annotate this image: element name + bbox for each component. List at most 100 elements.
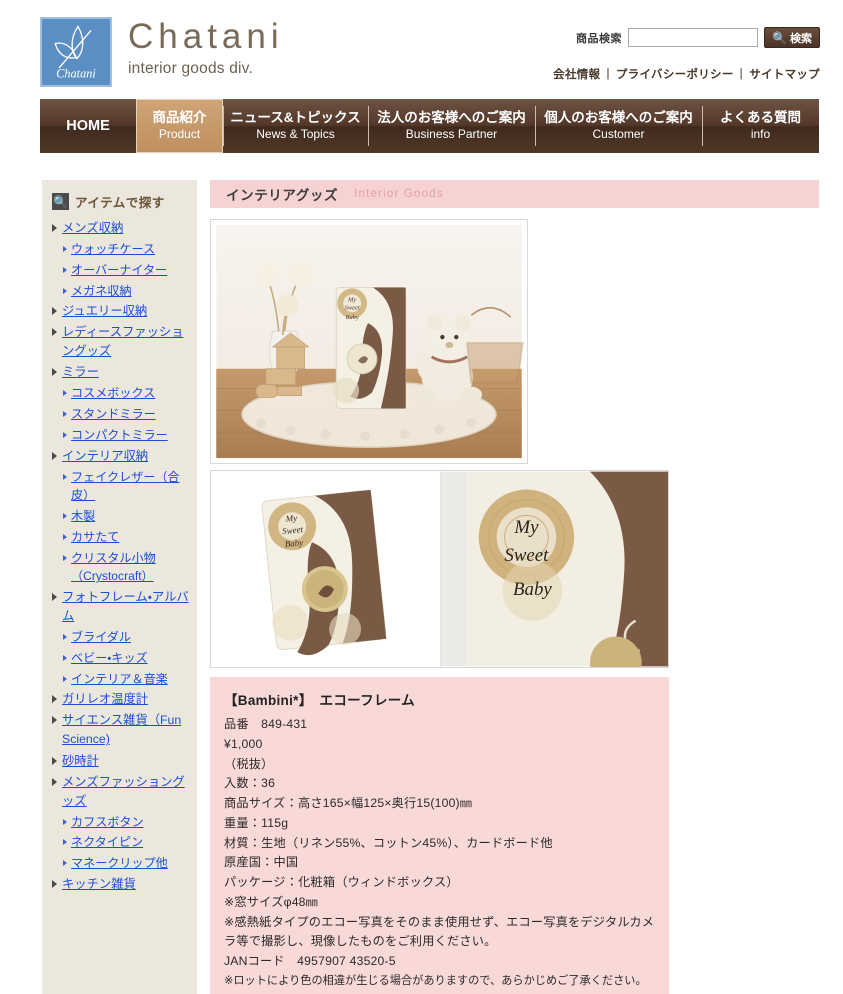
sidebar-link[interactable]: メンズ収納 [50, 218, 191, 239]
sidebar-link[interactable]: インテリア＆音楽 [50, 669, 191, 690]
nav-item-info[interactable]: よくある質問 info [702, 99, 819, 153]
sidebar-link[interactable]: オーバーナイター [50, 260, 191, 281]
nav-label-jp: 法人のお客様へのご案内 [377, 109, 526, 125]
search-input[interactable] [628, 28, 758, 47]
sidebar-item-label: 砂時計 [62, 753, 99, 768]
sidebar-item-label: ガリレオ温度計 [62, 692, 149, 707]
svg-text:Chatani: Chatani [56, 66, 96, 80]
category-banner: インテリアグッズ Interior Goods [210, 180, 819, 208]
sidebar-link[interactable]: メンズファッショングッズ [50, 772, 191, 812]
triangle-bullet-icon [52, 307, 57, 316]
sidebar-item-label: ベビー・キッズ [71, 650, 148, 665]
nav-label-en: Product [158, 126, 201, 141]
nav-item-product[interactable]: 商品紹介 Product [136, 99, 223, 153]
product-title: 【Bambini*】 エコーフレーム [224, 693, 415, 708]
triangle-bullet-icon [63, 554, 67, 561]
triangle-bullet-icon [63, 634, 67, 641]
sidebar-link[interactable]: カサたて [50, 527, 191, 548]
sidebar-header: 🔍 アイテムで探す [52, 192, 191, 211]
product-detail-line: 材質：生地（リネン55%、コットン45%）、カードボード他 [224, 835, 553, 850]
product-hero-image[interactable]: My Sweet Baby [210, 219, 528, 464]
nav-item-business-partner[interactable]: 法人のお客様へのご案内 Business Partner [368, 99, 535, 153]
link-sitemap[interactable]: サイトマップ [749, 66, 820, 82]
svg-text:Sweet: Sweet [504, 545, 549, 566]
triangle-bullet-icon [52, 368, 57, 377]
search-button[interactable]: 🔍 検索 [764, 27, 820, 48]
sidebar-item: メンズ収納 [50, 218, 191, 239]
nav-label-jp: 個人のお客様へのご案内 [544, 109, 693, 125]
site-logo[interactable]: Chatani Chatani interior goods div. [40, 17, 284, 87]
svg-text:Baby: Baby [284, 537, 303, 549]
svg-text:Baby: Baby [346, 314, 359, 321]
nav-item-customer[interactable]: 個人のお客様へのご案内 Customer [535, 99, 702, 153]
product-detail-line: 品番 849-431 [224, 717, 308, 731]
link-company-info[interactable]: 会社情報 [553, 66, 600, 82]
sidebar-item: サイエンス雑貨（Fun Science) [50, 710, 191, 750]
nav-label-en: info [750, 126, 771, 141]
sidebar-link[interactable]: インテリア収納 [50, 446, 191, 467]
sidebar-link[interactable]: スタンドミラー [50, 404, 191, 425]
triangle-bullet-icon [52, 593, 57, 602]
nav-item-home[interactable]: HOME [40, 99, 136, 153]
nav-item-news-topics[interactable]: ニュース&トピックス News & Topics [223, 99, 368, 153]
triangle-bullet-icon [63, 246, 67, 253]
sidebar-item: ウォッチケース [50, 239, 191, 260]
logo-subtitle: interior goods div. [128, 59, 253, 77]
sidebar-link[interactable]: コスメボックス [50, 383, 191, 404]
sidebar-link[interactable]: フェイクレザー（合皮） [50, 467, 191, 506]
sidebar-link[interactable]: コンパクトミラー [50, 425, 191, 446]
sidebar-item-label: インテリア収納 [62, 448, 149, 463]
sidebar-link[interactable]: サイエンス雑貨（Fun Science) [50, 710, 191, 750]
sidebar-link[interactable]: ブライダル [50, 627, 191, 648]
sidebar-link[interactable]: レディースファッショングッズ [50, 322, 191, 362]
triangle-bullet-icon [63, 533, 67, 540]
product-detail-line: 原産国：中国 [224, 855, 299, 870]
sidebar-item: スタンドミラー [50, 404, 191, 425]
magnifier-icon: 🔍 [772, 30, 787, 45]
sidebar-link[interactable]: ミラー [50, 362, 191, 383]
util-separator-2: | [739, 68, 744, 80]
sidebar-link[interactable]: ウォッチケース [50, 239, 191, 260]
sidebar-link[interactable]: メガネ収納 [50, 281, 191, 302]
magnifier-icon: 🔍 [52, 193, 69, 210]
product-detail-line: ※感熱紙タイプのエコー写真をそのまま使用せず、エコー写真をデジタルカメラ等で撮影… [224, 914, 655, 949]
sidebar-item-label: サイエンス雑貨（Fun Science) [62, 713, 182, 747]
triangle-bullet-icon [63, 654, 67, 661]
sidebar-item-label: コスメボックス [71, 386, 156, 401]
logo-title: Chatani [128, 17, 284, 56]
category-title-en: Interior Goods [354, 188, 444, 200]
sidebar-item: ミラー [50, 362, 191, 383]
sidebar-link[interactable]: 木製 [50, 506, 191, 527]
svg-text:My: My [284, 513, 297, 524]
sidebar-link[interactable]: ガリレオ温度計 [50, 689, 191, 710]
sidebar-link[interactable]: ベビー・キッズ [50, 648, 191, 669]
sidebar-link[interactable]: キッチン雑貨 [50, 874, 191, 895]
nav-label-en: News & Topics [256, 126, 335, 141]
sidebar-link[interactable]: カフスボタン [50, 812, 191, 833]
svg-text:My: My [513, 517, 539, 538]
search-label: 商品検索 [576, 32, 622, 45]
triangle-bullet-icon [52, 716, 57, 725]
sidebar-link[interactable]: クリスタル小物（Crystocraft） [50, 548, 191, 587]
sidebar-link[interactable]: ネクタイピン [50, 832, 191, 853]
product-detail-lines: 品番 849-431 ¥1,000 （税抜） 入数：36 商品サイズ：高さ165×幅12… [224, 715, 655, 990]
triangle-bullet-icon [52, 451, 57, 460]
link-privacy-policy[interactable]: プライバシーポリシー [616, 66, 734, 82]
triangle-bullet-icon [63, 839, 67, 846]
sidebar-link[interactable]: マネークリップ他 [50, 853, 191, 874]
product-thumbnail-right[interactable]: My Sweet Baby [439, 471, 668, 667]
svg-text:My: My [347, 296, 356, 303]
sidebar-item-label: インテリア＆音楽 [71, 671, 168, 686]
utility-links: 会社情報 | プライバシーポリシー | サイトマップ [553, 66, 820, 82]
sidebar-link[interactable]: フォトフレーム・アルバム [50, 587, 191, 627]
sidebar-link[interactable]: 砂時計 [50, 751, 191, 772]
sidebar-link[interactable]: ジュエリー収納 [50, 301, 191, 322]
sidebar-item-label: ウォッチケース [71, 242, 156, 257]
sidebar-item: マネークリップ他 [50, 853, 191, 874]
product-detail-line: ¥1,000 [224, 736, 263, 751]
sidebar-item: ガリレオ温度計 [50, 689, 191, 710]
product-thumbnail-left[interactable]: My Sweet Baby [211, 471, 440, 667]
sidebar-item-label: クリスタル小物（Crystocraft） [71, 550, 156, 584]
sidebar-item: ジュエリー収納 [50, 301, 191, 322]
sidebar-item-label: スタンドミラー [71, 407, 156, 422]
